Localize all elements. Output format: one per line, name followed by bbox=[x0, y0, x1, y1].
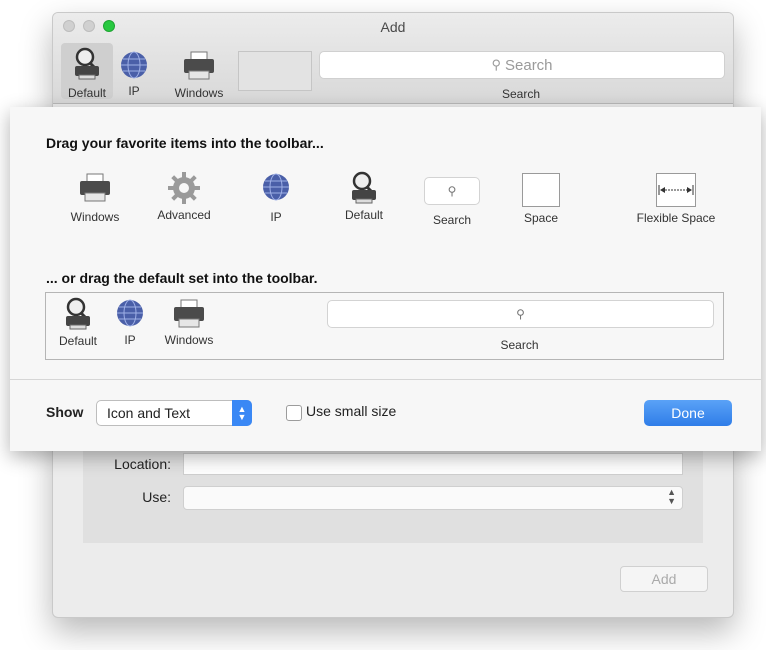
toolbar-item-ip[interactable]: IP bbox=[119, 47, 149, 98]
palette-label: Search bbox=[432, 213, 472, 227]
location-field[interactable] bbox=[183, 453, 683, 475]
toolbar-search-field[interactable]: ⚲ Search bbox=[319, 51, 725, 79]
palette-label: Flexible Space bbox=[636, 211, 716, 225]
printer-icon bbox=[80, 173, 110, 202]
search-icon: ⚲ bbox=[447, 184, 457, 198]
default-set-search-label: Search bbox=[500, 338, 539, 352]
magnifier-printer-icon bbox=[75, 47, 99, 80]
double-arrow-icon bbox=[658, 185, 694, 195]
palette-item-advanced[interactable]: Advanced bbox=[148, 171, 220, 222]
customize-toolbar-sheet: Drag your favorite items into the toolba… bbox=[10, 107, 761, 451]
globe-icon bbox=[121, 51, 147, 79]
toolbar-item-windows[interactable]: Windows bbox=[167, 47, 231, 100]
show-label: Show bbox=[46, 404, 84, 420]
palette-label: Windows bbox=[70, 210, 120, 224]
palette-item-default[interactable]: Default bbox=[336, 171, 392, 222]
sheet-divider bbox=[10, 379, 761, 380]
palette-item-space[interactable]: Space bbox=[516, 173, 566, 225]
printer-icon bbox=[184, 51, 214, 80]
search-field-icon: ⚲ bbox=[424, 177, 480, 205]
gear-icon bbox=[168, 172, 200, 204]
palette-item-windows[interactable]: Windows bbox=[62, 173, 128, 224]
add-button[interactable]: Add bbox=[620, 566, 708, 592]
search-placeholder: Search bbox=[505, 56, 553, 74]
small-size-checkbox[interactable] bbox=[286, 405, 302, 421]
toolbar-label: IP bbox=[128, 84, 140, 98]
palette-label: Default bbox=[344, 208, 384, 222]
palette-item-ip[interactable]: IP bbox=[256, 173, 296, 224]
palette-item-flexible-space[interactable]: Flexible Space bbox=[626, 173, 726, 225]
chevron-updown-icon: ▲ ▼ bbox=[232, 400, 252, 426]
magnifier-printer-icon bbox=[66, 297, 90, 330]
palette-label: Space bbox=[523, 211, 559, 225]
chevron-updown-icon: ▲ ▼ bbox=[667, 487, 676, 506]
magnifier-printer-icon bbox=[352, 171, 376, 204]
use-label: Use: bbox=[142, 489, 171, 505]
default-set-label: Default bbox=[58, 334, 98, 348]
default-set-item-windows: Windows bbox=[156, 299, 222, 347]
small-size-label[interactable]: Use small size bbox=[306, 403, 396, 419]
palette-label: Advanced bbox=[157, 208, 211, 222]
search-icon: ⚲ bbox=[491, 57, 501, 72]
default-set-label: IP bbox=[124, 333, 136, 347]
globe-icon bbox=[263, 173, 289, 201]
default-set-heading: ... or drag the default set into the too… bbox=[46, 270, 318, 286]
show-popup-button[interactable]: Icon and Text ▲ ▼ bbox=[96, 400, 252, 426]
default-set-box[interactable]: Default IP Windows ⚲ Search bbox=[45, 292, 724, 360]
default-set-label: Windows bbox=[164, 333, 214, 347]
show-popup-value: Icon and Text bbox=[107, 405, 191, 421]
search-icon: ⚲ bbox=[516, 307, 525, 321]
space-icon bbox=[522, 173, 560, 207]
toolbar-label: Windows bbox=[174, 86, 224, 100]
globe-icon bbox=[117, 299, 143, 327]
default-set-item-default: Default bbox=[50, 297, 106, 348]
printer-icon bbox=[174, 299, 204, 328]
palette-label: IP bbox=[270, 210, 282, 224]
window-titlebar: Add Default IP Windows ⚲ Search Search bbox=[53, 13, 733, 104]
favorites-heading: Drag your favorite items into the toolba… bbox=[46, 135, 324, 151]
toolbar-label: Default bbox=[67, 86, 107, 100]
window-title: Add bbox=[380, 19, 406, 35]
toolbar-item-default[interactable]: Default bbox=[61, 43, 113, 100]
palette-item-search[interactable]: ⚲ Search bbox=[424, 177, 480, 227]
default-set-item-ip: IP bbox=[112, 299, 148, 347]
flexible-space-icon bbox=[656, 173, 696, 207]
default-set-search-field: ⚲ bbox=[327, 300, 714, 328]
done-button[interactable]: Done bbox=[644, 400, 732, 426]
toolbar-search-label: Search bbox=[501, 87, 541, 101]
toolbar-space bbox=[238, 51, 312, 91]
location-label: Location: bbox=[114, 456, 171, 472]
use-select[interactable]: ▲ ▼ bbox=[183, 486, 683, 510]
